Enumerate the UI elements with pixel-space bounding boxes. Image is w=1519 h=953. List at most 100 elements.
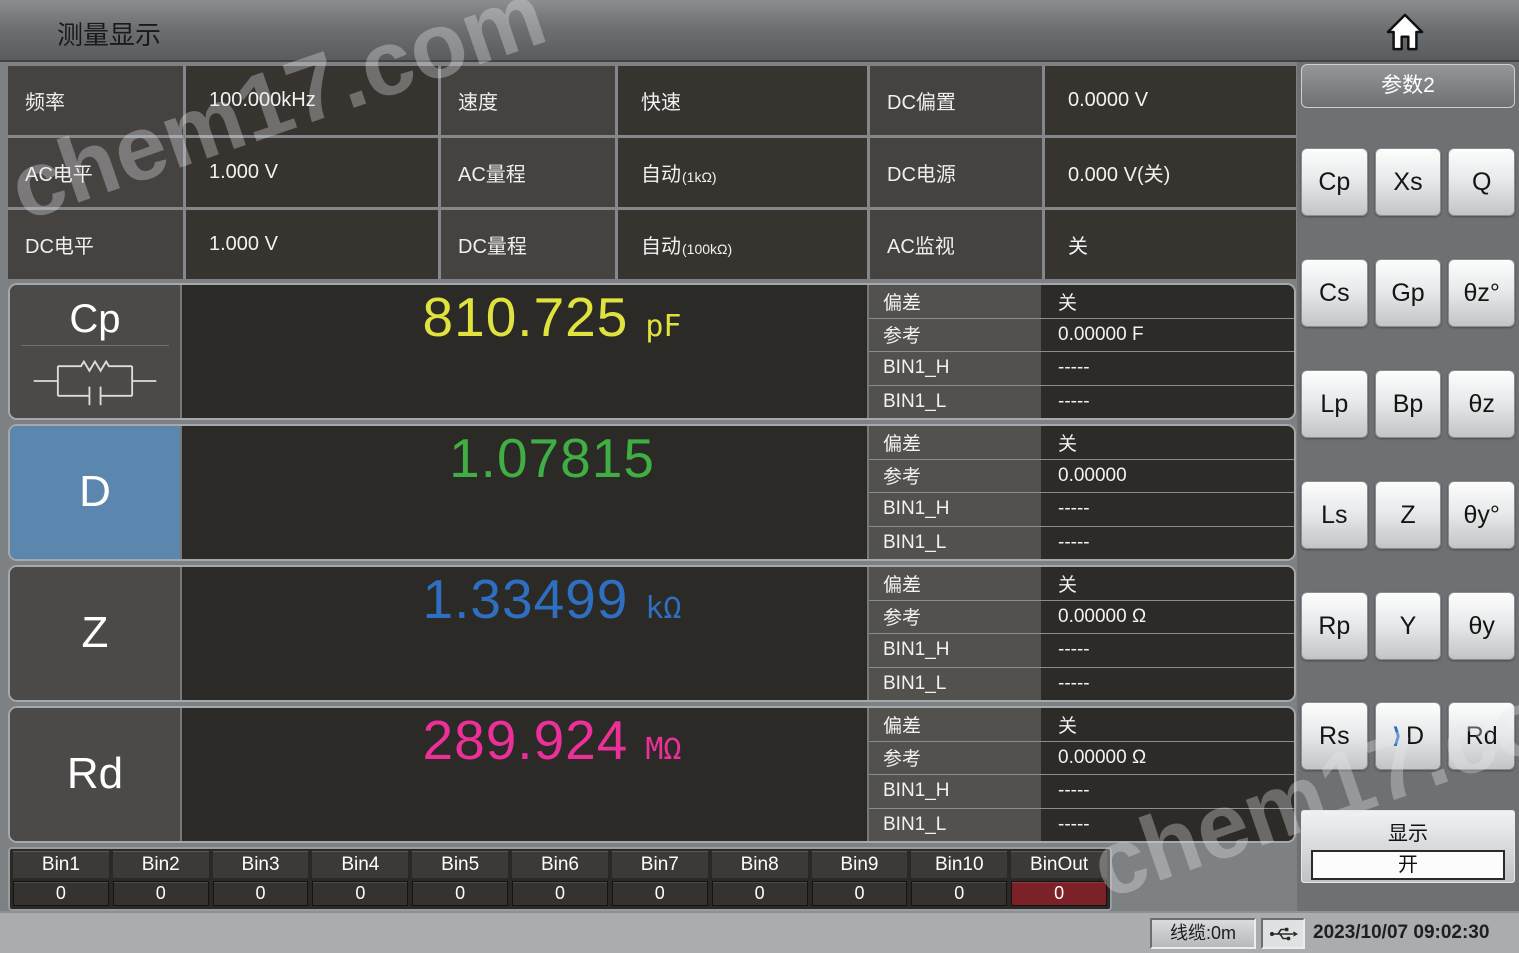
bin-cell-8: Bin80 bbox=[712, 851, 808, 907]
bin1-l-label: BIN1_L bbox=[869, 809, 1041, 842]
param-label-dc-level: DC电平 bbox=[8, 210, 183, 279]
deviation-value: 关 bbox=[1041, 426, 1294, 459]
param-button-thetay[interactable]: θy bbox=[1448, 592, 1515, 660]
param-button-rd[interactable]: Rd bbox=[1448, 702, 1515, 770]
measurement-param-cell-rd[interactable]: Rd bbox=[10, 708, 182, 841]
param-label-ac-monitor: AC监视 bbox=[870, 210, 1042, 279]
param-button-q[interactable]: Q bbox=[1448, 148, 1515, 216]
selected-marker: ⟩ bbox=[1392, 723, 1402, 749]
bin-counter-strip: Bin10 Bin20 Bin30 Bin40 Bin50 Bin60 Bin7… bbox=[8, 847, 1112, 911]
usb-icon bbox=[1268, 926, 1298, 942]
bin-cell-6: Bin60 bbox=[512, 851, 608, 907]
reference-label: 参考 bbox=[869, 601, 1041, 634]
measurement-panel-z: 偏差关 参考0.00000 Ω BIN1_H----- BIN1_L----- bbox=[867, 567, 1294, 700]
bin1-h-label: BIN1_H bbox=[869, 634, 1041, 667]
button-row-1: Cp Xs Q bbox=[1301, 148, 1515, 216]
display-label: 显示 bbox=[1302, 811, 1514, 846]
parallel-rc-circuit-icon bbox=[25, 355, 165, 407]
param-label-ac-range: AC量程 bbox=[441, 138, 615, 207]
cable-length-indicator: 线缆:0m bbox=[1150, 918, 1256, 949]
bin1-h-label: BIN1_H bbox=[869, 493, 1041, 526]
param-button-gp[interactable]: Gp bbox=[1375, 259, 1442, 327]
param-value-ac-monitor[interactable]: 关 bbox=[1045, 210, 1296, 279]
param-value-frequency[interactable]: 100.000kHz bbox=[186, 66, 438, 135]
deviation-value: 关 bbox=[1041, 708, 1294, 741]
reference-label: 参考 bbox=[869, 319, 1041, 352]
param-value-dc-range[interactable]: 自动(100kΩ) bbox=[618, 210, 867, 279]
reference-value: 0.00000 Ω bbox=[1041, 742, 1294, 775]
button-row-6: Rs ⟩ D Rd bbox=[1301, 702, 1515, 770]
bin-cell-2: Bin20 bbox=[113, 851, 209, 907]
param-button-lp[interactable]: Lp bbox=[1301, 370, 1368, 438]
param-label-dc-bias: DC偏置 bbox=[870, 66, 1042, 135]
param-button-thetaz-deg[interactable]: θz° bbox=[1448, 259, 1515, 327]
deviation-label: 偏差 bbox=[869, 285, 1041, 318]
bin-cell-1: Bin10 bbox=[13, 851, 109, 907]
button-row-3: Lp Bp θz bbox=[1301, 370, 1515, 438]
param-label-speed: 速度 bbox=[441, 66, 615, 135]
param-label-dc-range: DC量程 bbox=[441, 210, 615, 279]
param-button-cs[interactable]: Cs bbox=[1301, 259, 1368, 327]
display-on-button[interactable]: 开 bbox=[1311, 850, 1505, 880]
measurement-param-cell-z[interactable]: Z bbox=[10, 567, 182, 700]
measurement-row-cp: Cp 810.725 pF 偏差关 参考0.00000 F BIN1_H----… bbox=[8, 283, 1296, 420]
deviation-value: 关 bbox=[1041, 567, 1294, 600]
param-value-dc-bias[interactable]: 0.0000 V bbox=[1045, 66, 1296, 135]
bin1-h-value: ----- bbox=[1041, 352, 1294, 385]
page-title: 测量显示 bbox=[57, 15, 161, 52]
param-button-bp[interactable]: Bp bbox=[1375, 370, 1442, 438]
deviation-label: 偏差 bbox=[869, 567, 1041, 600]
datetime-display: 2023/10/07 09:02:30 bbox=[1313, 922, 1511, 944]
bin1-l-label: BIN1_L bbox=[869, 668, 1041, 701]
param-button-cp[interactable]: Cp bbox=[1301, 148, 1368, 216]
home-button[interactable] bbox=[1386, 11, 1424, 53]
measurement-panel-d: 偏差关 参考0.00000 BIN1_H----- BIN1_L----- bbox=[867, 426, 1294, 559]
divider bbox=[21, 345, 169, 346]
deviation-value: 关 bbox=[1041, 285, 1294, 318]
bin1-h-value: ----- bbox=[1041, 775, 1294, 808]
reference-value: 0.00000 F bbox=[1041, 319, 1294, 352]
button-row-5: Rp Y θy bbox=[1301, 592, 1515, 660]
bin1-l-value: ----- bbox=[1041, 386, 1294, 419]
settings-grid: 频率 100.000kHz 速度 快速 DC偏置 0.0000 V AC电平 1… bbox=[8, 66, 1296, 279]
deviation-label: 偏差 bbox=[869, 426, 1041, 459]
param-button-thetay-deg[interactable]: θy° bbox=[1448, 481, 1515, 549]
param-value-dc-level[interactable]: 1.000 V bbox=[186, 210, 438, 279]
param-button-xs[interactable]: Xs bbox=[1375, 148, 1442, 216]
reference-label: 参考 bbox=[869, 460, 1041, 493]
param-button-rp[interactable]: Rp bbox=[1301, 592, 1368, 660]
bin-cell-3: Bin30 bbox=[213, 851, 309, 907]
param-value-ac-range[interactable]: 自动(1kΩ) bbox=[618, 138, 867, 207]
param-button-z[interactable]: Z bbox=[1375, 481, 1442, 549]
param-value-speed[interactable]: 快速 bbox=[618, 66, 867, 135]
param-button-d[interactable]: ⟩ D bbox=[1375, 702, 1442, 770]
usb-indicator bbox=[1261, 918, 1305, 949]
param-button-rs[interactable]: Rs bbox=[1301, 702, 1368, 770]
bin-cell-7: Bin70 bbox=[612, 851, 708, 907]
bin1-l-value: ----- bbox=[1041, 668, 1294, 701]
measurement-row-z: Z 1.33499 kΩ 偏差关 参考0.00000 Ω BIN1_H-----… bbox=[8, 565, 1296, 702]
measurement-param-cell-cp[interactable]: Cp bbox=[10, 285, 182, 418]
sidebar-header-parameter2: 参数2 bbox=[1301, 64, 1515, 108]
param-label-frequency: 频率 bbox=[8, 66, 183, 135]
param-button-thetaz[interactable]: θz bbox=[1448, 370, 1515, 438]
bin1-h-value: ----- bbox=[1041, 493, 1294, 526]
param-value-dc-source[interactable]: 0.000 V(关) bbox=[1045, 138, 1296, 207]
bin1-h-label: BIN1_H bbox=[869, 775, 1041, 808]
bin-cell-5: Bin50 bbox=[412, 851, 508, 907]
measurement-param-cell-d[interactable]: D bbox=[10, 426, 182, 559]
measurement-panel-cp: 偏差关 参考0.00000 F BIN1_H----- BIN1_L----- bbox=[867, 285, 1294, 418]
measurement-value-rd: 289.924 MΩ bbox=[182, 708, 867, 841]
bin1-l-label: BIN1_L bbox=[869, 386, 1041, 419]
measurement-value-cp: 810.725 pF bbox=[182, 285, 867, 418]
bin-cell-4: Bin40 bbox=[312, 851, 408, 907]
param-label-dc-source: DC电源 bbox=[870, 138, 1042, 207]
measurement-row-d: D 1.07815 偏差关 参考0.00000 BIN1_H----- BIN1… bbox=[8, 424, 1296, 561]
reference-value: 0.00000 Ω bbox=[1041, 601, 1294, 634]
bin-cell-10: Bin100 bbox=[911, 851, 1007, 907]
home-icon bbox=[1386, 11, 1424, 53]
param-button-y[interactable]: Y bbox=[1375, 592, 1442, 660]
param-button-ls[interactable]: Ls bbox=[1301, 481, 1368, 549]
bin-cell-out: BinOut0 bbox=[1011, 851, 1107, 907]
param-value-ac-level[interactable]: 1.000 V bbox=[186, 138, 438, 207]
